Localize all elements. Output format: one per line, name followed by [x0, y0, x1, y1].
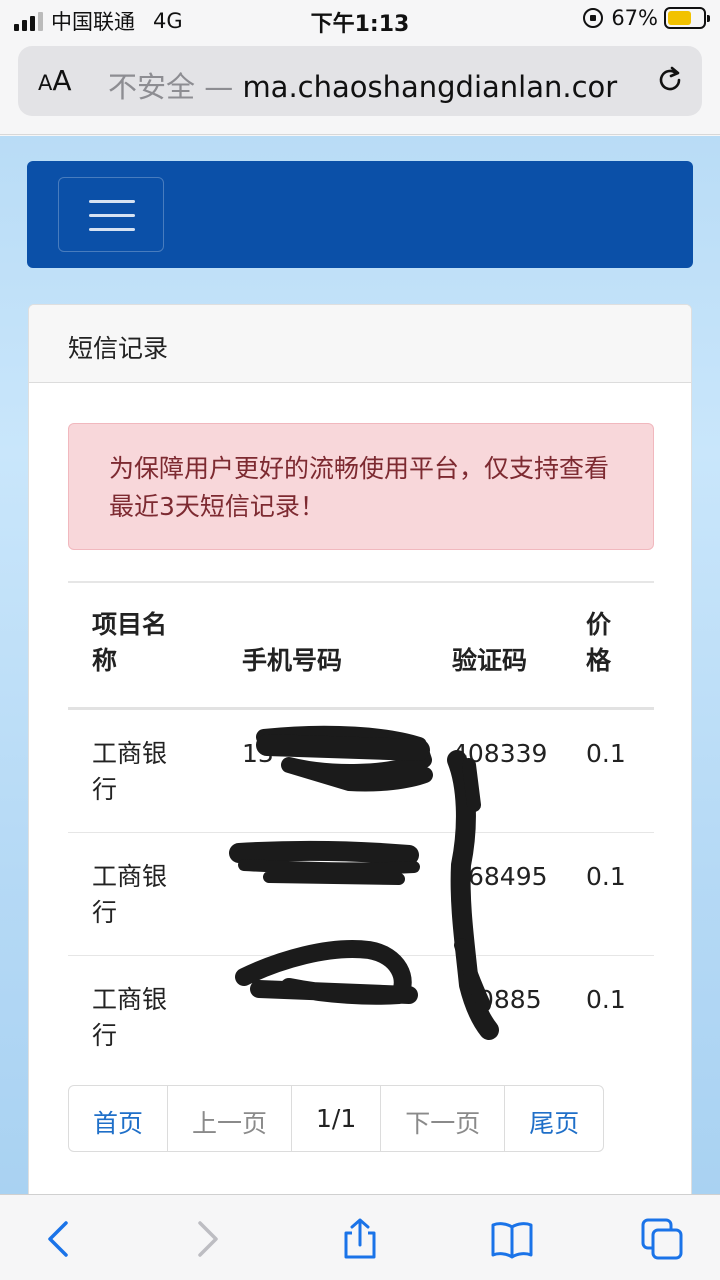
cell-project: 工商银行: [68, 708, 218, 833]
header-phone: 手机号码: [218, 581, 428, 710]
back-icon[interactable]: [38, 1217, 82, 1261]
insecure-label: 不安全 —: [108, 70, 234, 104]
prev-page-button[interactable]: 上一页: [168, 1086, 293, 1151]
tabs-icon[interactable]: [640, 1217, 684, 1261]
first-page-button[interactable]: 首页: [69, 1086, 169, 1151]
sms-table: 项目名称 手机号码 验证码 价格 工商银行 13 408339 0.1 工商银行…: [68, 581, 654, 1078]
header-project: 项目名称: [68, 581, 218, 710]
cell-code: 0885: [478, 985, 542, 1014]
browser-address-area: AA 不安全 — ma.chaoshangdianlan.cor: [0, 40, 720, 135]
cell-phone: [218, 956, 428, 1079]
status-bar: 中国联通 4G 下午1:13 67%: [0, 0, 720, 40]
reload-icon[interactable]: [654, 64, 686, 96]
battery-icon: [664, 7, 710, 29]
cell-phone: 13: [218, 708, 428, 833]
last-page-button[interactable]: 尾页: [505, 1086, 603, 1151]
menu-toggle-button[interactable]: [58, 177, 164, 252]
cell-phone: [218, 832, 428, 956]
cell-price: 0.1: [562, 832, 654, 956]
alert-notice: 为保障用户更好的流畅使用平台，仅支持查看最近3天短信记录！: [68, 423, 654, 550]
url-text[interactable]: 不安全 — ma.chaoshangdianlan.cor: [108, 64, 653, 106]
cell-price: 0.1: [586, 985, 626, 1014]
web-page: 短信记录 为保障用户更好的流畅使用平台，仅支持查看最近3天短信记录！ 项目名称 …: [0, 136, 720, 1194]
cell-price: 0.1: [562, 708, 654, 833]
site-navbar: [27, 161, 693, 268]
hamburger-icon: [89, 200, 135, 203]
header-price: 价格: [562, 581, 654, 710]
table-row: 工商银行 13 408339 0.1: [68, 708, 654, 833]
orientation-lock-icon: [583, 8, 604, 28]
pagination: 首页 上一页 1/1 下一页 尾页: [68, 1085, 605, 1152]
share-icon[interactable]: [338, 1217, 382, 1261]
next-page-button[interactable]: 下一页: [381, 1086, 506, 1151]
table-header-row: 项目名称 手机号码 验证码 价格: [68, 581, 654, 710]
url-domain: ma.chaoshangdianlan.cor: [242, 70, 618, 104]
battery-percent: 67%: [611, 6, 658, 30]
card-title: 短信记录: [29, 305, 691, 383]
bookmarks-icon[interactable]: [490, 1217, 534, 1261]
table-row: 工商银行 0885 0.1: [68, 956, 654, 1079]
forward-icon[interactable]: [184, 1217, 228, 1261]
header-code: 验证码: [428, 581, 562, 710]
current-page-indicator: 1/1: [292, 1086, 382, 1151]
cell-code: 68495: [428, 832, 562, 956]
cell-project: 工商银行: [68, 832, 218, 956]
sms-records-card: 短信记录 为保障用户更好的流畅使用平台，仅支持查看最近3天短信记录！ 项目名称 …: [28, 304, 692, 1194]
address-bar[interactable]: AA 不安全 — ma.chaoshangdianlan.cor: [18, 46, 702, 116]
cell-code: 408339: [428, 708, 562, 833]
reader-settings-button[interactable]: AA: [38, 64, 72, 97]
cell-project: 工商银行: [92, 985, 168, 1050]
table-row: 工商银行 68495 0.1: [68, 832, 654, 956]
browser-toolbar: [0, 1194, 720, 1280]
